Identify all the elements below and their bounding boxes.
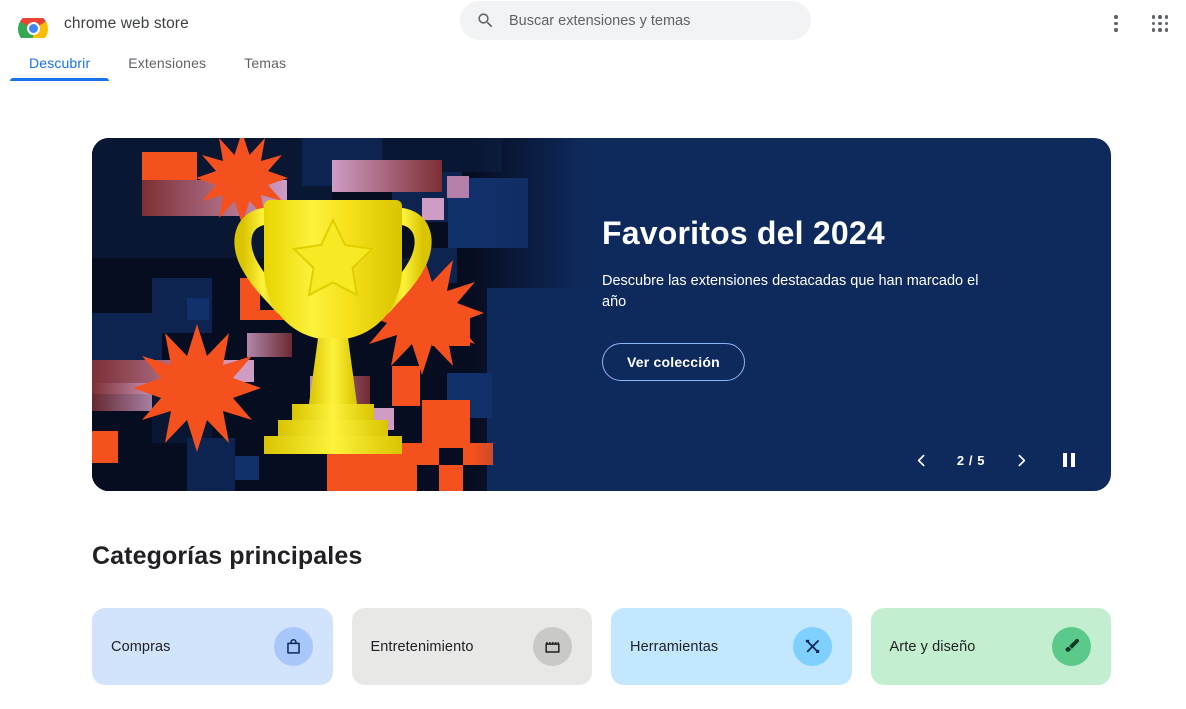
tab-temas[interactable]: Temas <box>225 55 305 81</box>
pause-icon <box>1063 453 1075 467</box>
hero-banner[interactable]: Favoritos del 2024 Descubre las extensio… <box>92 138 1111 491</box>
carousel-controls: 2 / 5 <box>907 446 1083 474</box>
hero-content: Favoritos del 2024 Descubre las extensio… <box>602 215 1032 382</box>
category-label: Herramientas <box>630 638 719 655</box>
app-header: chrome web store <box>0 0 1186 47</box>
paintbrush-icon <box>1052 627 1091 666</box>
header-actions <box>1102 0 1174 47</box>
hero-description: Descubre las extensiones destacadas que … <box>602 273 979 311</box>
tab-extensiones-label: Extensiones <box>128 55 207 71</box>
tab-extensiones[interactable]: Extensiones <box>109 55 225 81</box>
categories-grid: Compras Entretenimiento Herramientas Art… <box>92 608 1111 685</box>
tab-temas-label: Temas <box>244 55 287 71</box>
clapperboard-icon <box>533 627 572 666</box>
chevron-left-icon <box>917 454 924 466</box>
tab-descubrir[interactable]: Descubrir <box>10 55 110 81</box>
hero-artwork <box>92 138 592 491</box>
search-icon <box>478 13 493 28</box>
view-collection-button[interactable]: Ver colección <box>602 343 745 382</box>
categories-section-title: Categorías principales <box>92 542 363 570</box>
hero-title: Favoritos del 2024 <box>602 215 885 251</box>
category-card-herramientas[interactable]: Herramientas <box>611 608 852 685</box>
category-label: Compras <box>111 638 171 655</box>
carousel-pause-button[interactable] <box>1055 446 1083 474</box>
hero-artwork-graphic <box>92 138 592 491</box>
category-label: Arte y diseño <box>889 638 976 655</box>
carousel-next-button[interactable] <box>1007 446 1035 474</box>
search-bar[interactable] <box>460 1 811 40</box>
search-input[interactable] <box>509 12 795 29</box>
main-tabs: Descubrir Extensiones Temas <box>0 47 1186 81</box>
chrome-logo-icon <box>16 10 50 38</box>
carousel-prev-button[interactable] <box>907 446 935 474</box>
brand[interactable]: chrome web store <box>16 10 189 38</box>
shopping-bag-icon <box>273 627 313 666</box>
brand-title: chrome web store <box>64 14 189 32</box>
chevron-right-icon <box>1018 454 1025 466</box>
carousel-counter: 2 / 5 <box>956 452 986 468</box>
apps-grid-icon[interactable] <box>1146 10 1174 38</box>
category-card-compras[interactable]: Compras <box>92 608 333 685</box>
hammer-wrench-icon <box>792 627 832 666</box>
category-label: Entretenimiento <box>370 638 474 655</box>
category-card-entretenimiento[interactable]: Entretenimiento <box>351 608 592 685</box>
category-card-arte-y-diseno[interactable]: Arte y diseño <box>870 608 1111 685</box>
tab-descubrir-label: Descubrir <box>29 55 91 71</box>
more-vertical-icon[interactable] <box>1102 10 1130 38</box>
